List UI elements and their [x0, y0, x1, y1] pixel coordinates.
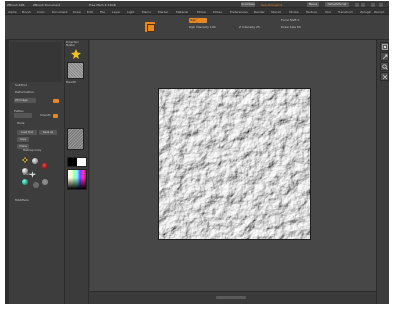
- menu-transform[interactable]: Transform: [338, 10, 353, 14]
- stone-texture: [159, 89, 310, 239]
- matcap-label: MatCap Gray: [23, 148, 42, 152]
- projection-master-button[interactable]: Projection Master: [66, 41, 88, 47]
- green-material-icon[interactable]: [22, 179, 28, 185]
- material-thumbnail[interactable]: [67, 128, 84, 150]
- menu-marker[interactable]: Marker: [158, 10, 168, 14]
- bottom-shelf: [90, 291, 376, 304]
- material-sphere-icon[interactable]: [32, 158, 38, 164]
- help-button[interactable]: [355, 2, 359, 7]
- texture-canvas[interactable]: [158, 88, 311, 240]
- draw-settings-panel: Rgb Rgb Intensity 100 Z Intensity 25 Foc…: [189, 17, 309, 34]
- menu-texture[interactable]: Texture: [306, 10, 317, 14]
- color-swatch[interactable]: [67, 157, 87, 167]
- actual-icon[interactable]: [380, 72, 389, 81]
- top-shelf: Rgb Rgb Intensity 100 Z Intensity 25 Foc…: [5, 15, 389, 40]
- menu-stroke[interactable]: Stroke: [289, 10, 299, 14]
- lightbox-star-icon[interactable]: [71, 49, 81, 59]
- title-bar: ZBrush 4R6 ZBrush Document Free Mem 4.74…: [5, 1, 389, 8]
- menu-picker[interactable]: Picker: [213, 10, 222, 14]
- brush-icon[interactable]: [145, 22, 155, 32]
- smooth-label: Smooth: [40, 113, 51, 117]
- maximize-icon[interactable]: [371, 2, 375, 7]
- zoom-icon[interactable]: [380, 62, 389, 71]
- free-memory: Free Mem 4.74GB: [89, 2, 116, 7]
- flatten-slider[interactable]: [14, 113, 32, 118]
- menu-layer[interactable]: Layer: [112, 10, 120, 14]
- zbrush-window: ZBrush 4R6 ZBrush Document Free Mem 4.74…: [5, 1, 389, 304]
- see-through-slider[interactable]: See-through 0: [261, 3, 282, 7]
- rgb-toggle[interactable]: Rgb: [189, 18, 197, 23]
- load-tool-button[interactable]: Load Tool: [17, 130, 37, 135]
- draw-size-slider[interactable]: Draw Size 64: [281, 25, 301, 30]
- document-title: ZBrush Document: [33, 2, 61, 7]
- scroll-icon[interactable]: [380, 52, 389, 61]
- menu-document[interactable]: Document: [52, 10, 68, 14]
- image-type-dropdown[interactable]: 2D Image: [14, 98, 36, 103]
- subtool-header[interactable]: SubTool: [15, 83, 27, 87]
- menu-material[interactable]: Material: [176, 10, 188, 14]
- rgb-swatch[interactable]: [197, 18, 207, 23]
- plane3d-thumbnail[interactable]: [67, 62, 84, 79]
- default-zscript-button[interactable]: DefaultZScript: [325, 2, 349, 7]
- menu-brush[interactable]: Brush: [22, 10, 31, 14]
- menu-render[interactable]: Render: [254, 10, 265, 14]
- gradient-icon[interactable]: [29, 171, 36, 178]
- z-intensity-slider[interactable]: Z Intensity 25: [239, 25, 260, 30]
- menu-macro[interactable]: Macro: [142, 10, 151, 14]
- color-material-icon[interactable]: [42, 163, 48, 169]
- menu-file[interactable]: File: [100, 10, 105, 14]
- color-picker[interactable]: [67, 169, 87, 190]
- menu-zplugin[interactable]: Zplugin: [360, 10, 371, 14]
- modifiers-header[interactable]: Modifiers: [15, 198, 29, 202]
- menu-draw[interactable]: Draw: [73, 10, 81, 14]
- rgb-intensity-slider[interactable]: Rgb Intensity 100: [189, 25, 216, 30]
- menu-preferences[interactable]: Preferences: [230, 10, 248, 14]
- canvas-viewport[interactable]: [90, 40, 376, 291]
- menu-alpha[interactable]: Alpha: [8, 10, 17, 14]
- smooth-value[interactable]: [53, 114, 58, 118]
- tools-header[interactable]: Tools: [17, 121, 24, 125]
- menu-light[interactable]: Light: [127, 10, 135, 14]
- tool-palette: SubTool Deformation 2D Image Flatten Smo…: [9, 40, 65, 304]
- minimize-icon[interactable]: [361, 2, 365, 7]
- horizontal-scrollbar[interactable]: [216, 296, 246, 299]
- menu-edit[interactable]: Edit: [87, 10, 93, 14]
- app-title: ZBrush 4R6: [7, 2, 25, 7]
- menu-zscript[interactable]: Zscript: [374, 10, 384, 14]
- menus-button[interactable]: Menus: [307, 2, 319, 7]
- plane3d-label: Plane3D: [66, 81, 76, 84]
- deformation-header[interactable]: Deformation: [15, 90, 34, 94]
- copy-tool-button[interactable]: Copy: [17, 137, 29, 142]
- basic-material-icon[interactable]: [42, 179, 48, 185]
- flat-color-icon[interactable]: [33, 182, 39, 188]
- focal-shift-slider[interactable]: Focal Shift 0: [281, 18, 299, 23]
- menu-color[interactable]: Color: [37, 10, 45, 14]
- palette-header-area: [10, 42, 62, 82]
- menu-bar: Alpha Brush Color Document Draw Edit Fil…: [5, 8, 389, 15]
- bpr-icon[interactable]: [380, 42, 389, 51]
- dropdown-accent: [53, 98, 59, 103]
- menu-movie[interactable]: Movie: [197, 10, 206, 14]
- save-as-button[interactable]: Save As: [39, 130, 57, 135]
- move-tool-icon[interactable]: [22, 157, 28, 163]
- quicksave-button[interactable]: QuickSave: [241, 2, 255, 7]
- menu-stencil[interactable]: Stencil: [271, 10, 281, 14]
- close-icon[interactable]: [379, 2, 383, 7]
- right-shelf: [376, 40, 389, 304]
- menu-tool[interactable]: Tool: [325, 10, 331, 14]
